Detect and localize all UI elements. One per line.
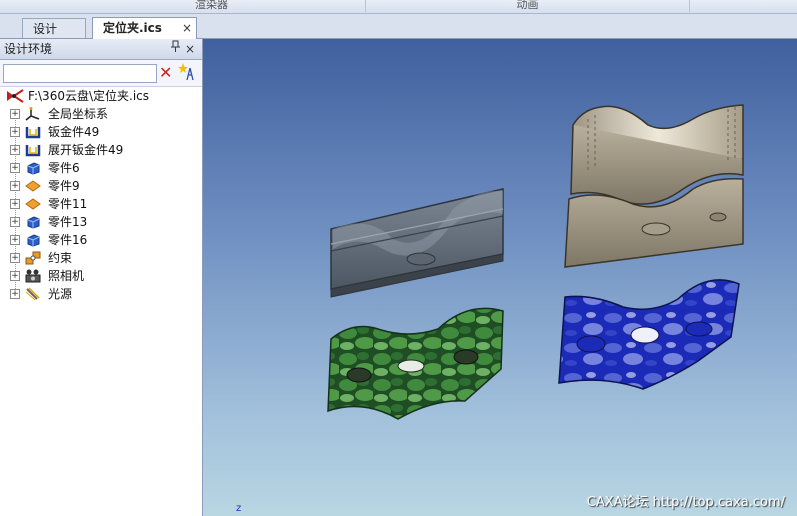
panel-header: 设计环境 × <box>0 39 202 60</box>
tab-close-icon[interactable]: × <box>182 18 192 38</box>
tree-item-part-6[interactable]: + 零件6 <box>0 159 202 177</box>
coordinate-system-icon <box>25 107 41 121</box>
axis-z-label: z <box>236 503 242 514</box>
tree-item-part-11[interactable]: + 零件11 <box>0 195 202 213</box>
beige-clamp-assembly[interactable] <box>564 104 744 268</box>
part-icon <box>25 233 41 247</box>
part-diamond-icon <box>25 197 41 211</box>
tree-item-global-coords[interactable]: + 全局坐标系 <box>0 105 202 123</box>
top-ribbon-strip: 渲染器 动画 <box>0 0 797 14</box>
tree-item-label: 钣金件49 <box>48 125 100 139</box>
tab-label: 定位夹.ics <box>103 21 162 35</box>
tree-item-unfolded-sheet-metal-49[interactable]: + 展开钣金件49 <box>0 141 202 159</box>
ribbon-caption-animation[interactable]: 动画 <box>366 0 690 12</box>
green-textured-plate[interactable] <box>327 307 504 420</box>
pin-icon[interactable] <box>171 39 180 59</box>
expand-icon[interactable]: + <box>10 163 20 173</box>
camera-icon <box>25 269 41 283</box>
sparkle-icon[interactable] <box>178 62 196 88</box>
tree-item-label: 零件9 <box>48 179 80 193</box>
tree-item-part-13[interactable]: + 零件13 <box>0 213 202 231</box>
tree-item-sheet-metal-49[interactable]: + 钣金件49 <box>0 123 202 141</box>
tree-item-camera[interactable]: + 照相机 <box>0 267 202 285</box>
tree-item-constraints[interactable]: + 约束 <box>0 249 202 267</box>
tree-item-label: 光源 <box>48 287 73 301</box>
red-x-icon[interactable]: ✕ <box>159 63 172 83</box>
unfolded-sheet-metal-icon <box>25 143 41 157</box>
tree-root-label: F:\360云盘\定位夹.ics <box>28 89 150 103</box>
grey-bracket-part[interactable] <box>330 188 504 298</box>
tree-item-part-16[interactable]: + 零件16 <box>0 231 202 249</box>
tree-item-label: 全局坐标系 <box>48 107 109 121</box>
ribbon-caption-renderer[interactable]: 渲染器 <box>58 0 366 12</box>
expand-icon[interactable]: + <box>10 127 20 137</box>
tree-item-label: 零件16 <box>48 233 88 247</box>
tree-item-part-9[interactable]: + 零件9 <box>0 177 202 195</box>
part-icon <box>25 215 41 229</box>
blue-textured-plate[interactable] <box>558 279 740 390</box>
part-icon <box>25 161 41 175</box>
scene-canvas <box>327 104 744 420</box>
panel-toolbar: ✕ <box>0 60 202 87</box>
expand-icon[interactable]: + <box>10 253 20 263</box>
3d-viewport[interactable]: z CAXA论坛 http://top.caxa.com/ <box>203 39 797 516</box>
light-icon <box>25 287 41 301</box>
tree-item-label: 展开钣金件49 <box>48 143 124 157</box>
document-tab-row: 设计410 定位夹.ics × <box>0 14 797 56</box>
part-diamond-icon <box>25 179 41 193</box>
tree-item-label: 零件13 <box>48 215 88 229</box>
expand-icon[interactable]: + <box>10 145 20 155</box>
tree-item-label: 零件6 <box>48 161 80 175</box>
panel-close-icon[interactable]: × <box>185 39 195 59</box>
tab-dingweijia[interactable]: 定位夹.ics × <box>92 17 197 39</box>
tree-item-light-source[interactable]: + 光源 <box>0 285 202 303</box>
constraint-icon <box>25 251 41 265</box>
tree-item-label: 约束 <box>48 251 73 265</box>
panel-title: 设计环境 <box>4 42 53 56</box>
design-environment-panel: 设计环境 × ✕ F:\360云盘\定位夹.ics + 全局坐标系 + 钣金件4… <box>0 39 203 516</box>
tab-design410[interactable]: 设计410 <box>22 18 86 56</box>
expand-icon[interactable]: + <box>10 235 20 245</box>
forum-watermark: CAXA论坛 http://top.caxa.com/ <box>586 495 785 510</box>
expand-icon[interactable]: + <box>10 109 20 119</box>
tree-item-label: 照相机 <box>48 269 85 283</box>
sheet-metal-icon <box>25 125 41 139</box>
filter-input[interactable] <box>3 64 157 83</box>
expand-icon[interactable]: + <box>10 199 20 209</box>
expand-icon[interactable]: + <box>10 271 20 281</box>
expand-icon[interactable]: + <box>10 289 20 299</box>
tree-item-label: 零件11 <box>48 197 88 211</box>
expand-icon[interactable]: + <box>10 181 20 191</box>
expand-icon[interactable]: + <box>10 217 20 227</box>
